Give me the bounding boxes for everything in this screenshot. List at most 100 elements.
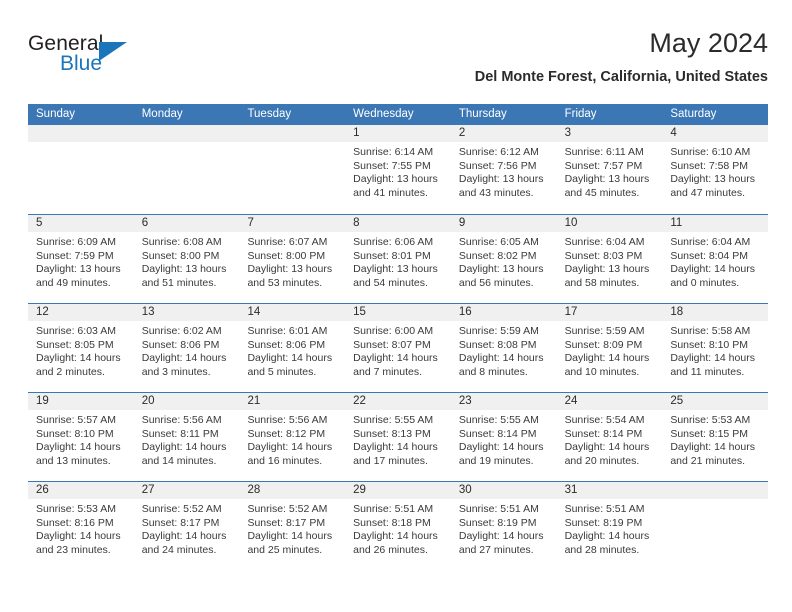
daylight-text: Daylight: 14 hours and 19 minutes. [458, 441, 544, 467]
day-details: Sunrise: 5:56 AM Sunset: 8:11 PM Dayligh… [134, 410, 240, 468]
day-number: 7 [239, 215, 346, 232]
day-cell[interactable]: 18 Sunrise: 5:58 AM Sunset: 8:10 PM Dayl… [662, 304, 769, 392]
day-number [28, 125, 134, 142]
sunset-text: Sunset: 8:04 PM [670, 249, 748, 262]
day-details: Sunrise: 5:54 AM Sunset: 8:14 PM Dayligh… [557, 410, 663, 468]
daylight-text: Daylight: 14 hours and 3 minutes. [141, 352, 227, 378]
daylight-text: Daylight: 14 hours and 23 minutes. [36, 530, 121, 556]
day-cell[interactable]: 30 Sunrise: 5:51 AM Sunset: 8:19 PM Dayl… [450, 482, 557, 570]
sunset-text: Sunset: 8:08 PM [458, 338, 537, 351]
daylight-text: Daylight: 14 hours and 2 minutes. [36, 352, 121, 378]
sunrise-text: Sunrise: 6:08 AM [141, 236, 222, 248]
day-cell[interactable]: 8 Sunrise: 6:06 AM Sunset: 8:01 PM Dayli… [345, 215, 451, 303]
day-number: 31 [556, 482, 663, 499]
day-number [239, 125, 346, 142]
sunset-text: Sunset: 8:18 PM [353, 516, 431, 529]
day-details: Sunrise: 5:59 AM Sunset: 8:08 PM Dayligh… [451, 321, 557, 379]
daylight-text: Daylight: 14 hours and 21 minutes. [670, 441, 755, 467]
daylight-text: Daylight: 14 hours and 8 minutes. [458, 352, 544, 378]
day-cell[interactable]: 22 Sunrise: 5:55 AM Sunset: 8:13 PM Dayl… [345, 393, 451, 481]
weekday-header-tuesday: Tuesday [247, 108, 292, 120]
day-number: 20 [133, 393, 240, 410]
daylight-text: Daylight: 14 hours and 25 minutes. [247, 530, 333, 556]
day-number: 22 [345, 393, 451, 410]
day-cell[interactable]: 19 Sunrise: 5:57 AM Sunset: 8:10 PM Dayl… [28, 393, 134, 481]
day-cell[interactable]: 11 Sunrise: 6:04 AM Sunset: 8:04 PM Dayl… [662, 215, 769, 303]
day-cell[interactable]: 9 Sunrise: 6:05 AM Sunset: 8:02 PM Dayli… [450, 215, 557, 303]
brand-logo[interactable]: General Blue [28, 32, 258, 90]
day-cell[interactable] [662, 482, 769, 570]
sunrise-text: Sunrise: 6:14 AM [353, 146, 434, 158]
sunset-text: Sunset: 8:09 PM [564, 338, 643, 351]
day-cell[interactable]: 6 Sunrise: 6:08 AM Sunset: 8:00 PM Dayli… [133, 215, 240, 303]
day-cell[interactable]: 13 Sunrise: 6:02 AM Sunset: 8:06 PM Dayl… [133, 304, 240, 392]
sunset-text: Sunset: 8:19 PM [458, 516, 537, 529]
day-details: Sunrise: 5:52 AM Sunset: 8:17 PM Dayligh… [239, 499, 345, 557]
day-cell[interactable]: 27 Sunrise: 5:52 AM Sunset: 8:17 PM Dayl… [133, 482, 240, 570]
day-details: Sunrise: 5:56 AM Sunset: 8:12 PM Dayligh… [239, 410, 345, 468]
day-details: Sunrise: 5:55 AM Sunset: 8:13 PM Dayligh… [345, 410, 451, 468]
daylight-text: Daylight: 13 hours and 41 minutes. [353, 173, 438, 199]
daylight-text: Daylight: 14 hours and 11 minutes. [670, 352, 755, 378]
weekday-header-thursday: Thursday [458, 108, 507, 120]
sunset-text: Sunset: 7:56 PM [458, 159, 537, 172]
day-details: Sunrise: 6:04 AM Sunset: 8:04 PM Dayligh… [662, 232, 768, 290]
day-cell[interactable] [133, 125, 240, 214]
daylight-text: Daylight: 13 hours and 53 minutes. [247, 263, 333, 289]
day-cell[interactable]: 24 Sunrise: 5:54 AM Sunset: 8:14 PM Dayl… [556, 393, 663, 481]
day-details: Sunrise: 6:08 AM Sunset: 8:00 PM Dayligh… [134, 232, 240, 290]
week-row: 19 Sunrise: 5:57 AM Sunset: 8:10 PM Dayl… [28, 392, 769, 481]
day-number [133, 125, 240, 142]
sunrise-text: Sunrise: 6:05 AM [458, 236, 539, 248]
sunrise-text: Sunrise: 5:54 AM [564, 414, 645, 426]
day-details: Sunrise: 6:07 AM Sunset: 8:00 PM Dayligh… [239, 232, 345, 290]
day-number [662, 482, 769, 499]
sunrise-text: Sunrise: 6:11 AM [564, 146, 644, 158]
day-cell[interactable]: 23 Sunrise: 5:55 AM Sunset: 8:14 PM Dayl… [450, 393, 557, 481]
sunset-text: Sunset: 8:12 PM [247, 427, 326, 440]
daylight-text: Daylight: 14 hours and 24 minutes. [141, 530, 227, 556]
day-details: Sunrise: 5:51 AM Sunset: 8:18 PM Dayligh… [345, 499, 451, 557]
day-cell[interactable]: 15 Sunrise: 6:00 AM Sunset: 8:07 PM Dayl… [345, 304, 451, 392]
sunset-text: Sunset: 8:17 PM [247, 516, 326, 529]
day-number: 30 [450, 482, 557, 499]
day-cell[interactable]: 20 Sunrise: 5:56 AM Sunset: 8:11 PM Dayl… [133, 393, 240, 481]
sunrise-text: Sunrise: 6:07 AM [247, 236, 328, 248]
day-cell[interactable]: 1 Sunrise: 6:14 AM Sunset: 7:55 PM Dayli… [345, 125, 451, 214]
sunset-text: Sunset: 8:06 PM [141, 338, 220, 351]
day-cell[interactable]: 29 Sunrise: 5:51 AM Sunset: 8:18 PM Dayl… [345, 482, 451, 570]
day-cell[interactable]: 17 Sunrise: 5:59 AM Sunset: 8:09 PM Dayl… [556, 304, 663, 392]
day-cell[interactable]: 16 Sunrise: 5:59 AM Sunset: 8:08 PM Dayl… [450, 304, 557, 392]
day-cell[interactable]: 5 Sunrise: 6:09 AM Sunset: 7:59 PM Dayli… [28, 215, 134, 303]
day-cell[interactable] [28, 125, 134, 214]
day-cell[interactable]: 21 Sunrise: 5:56 AM Sunset: 8:12 PM Dayl… [239, 393, 346, 481]
day-cell[interactable] [239, 125, 346, 214]
day-cell[interactable]: 10 Sunrise: 6:04 AM Sunset: 8:03 PM Dayl… [556, 215, 663, 303]
day-cell[interactable]: 26 Sunrise: 5:53 AM Sunset: 8:16 PM Dayl… [28, 482, 134, 570]
day-cell[interactable]: 14 Sunrise: 6:01 AM Sunset: 8:06 PM Dayl… [239, 304, 346, 392]
sunset-text: Sunset: 8:17 PM [141, 516, 220, 529]
day-cell[interactable]: 2 Sunrise: 6:12 AM Sunset: 7:56 PM Dayli… [450, 125, 557, 214]
daylight-text: Daylight: 13 hours and 56 minutes. [458, 263, 544, 289]
day-details: Sunrise: 6:04 AM Sunset: 8:03 PM Dayligh… [557, 232, 663, 290]
day-number: 18 [662, 304, 769, 321]
day-cell[interactable]: 4 Sunrise: 6:10 AM Sunset: 7:58 PM Dayli… [662, 125, 769, 214]
daylight-text: Daylight: 14 hours and 7 minutes. [353, 352, 438, 378]
daylight-text: Daylight: 13 hours and 45 minutes. [564, 173, 650, 199]
day-number: 12 [28, 304, 134, 321]
day-cell[interactable]: 25 Sunrise: 5:53 AM Sunset: 8:15 PM Dayl… [662, 393, 769, 481]
calendar-page: General Blue May 2024 Del Monte Forest, … [0, 0, 792, 612]
sunset-text: Sunset: 8:07 PM [353, 338, 431, 351]
day-cell[interactable]: 12 Sunrise: 6:03 AM Sunset: 8:05 PM Dayl… [28, 304, 134, 392]
sunset-text: Sunset: 8:01 PM [353, 249, 431, 262]
day-details: Sunrise: 6:05 AM Sunset: 8:02 PM Dayligh… [451, 232, 557, 290]
daylight-text: Daylight: 13 hours and 58 minutes. [564, 263, 650, 289]
day-cell[interactable]: 3 Sunrise: 6:11 AM Sunset: 7:57 PM Dayli… [556, 125, 663, 214]
sunrise-text: Sunrise: 5:55 AM [353, 414, 434, 426]
day-cell[interactable]: 7 Sunrise: 6:07 AM Sunset: 8:00 PM Dayli… [239, 215, 346, 303]
sunrise-text: Sunrise: 6:12 AM [458, 146, 539, 158]
sunrise-text: Sunrise: 6:01 AM [247, 325, 328, 337]
day-cell[interactable]: 31 Sunrise: 5:51 AM Sunset: 8:19 PM Dayl… [556, 482, 663, 570]
daylight-text: Daylight: 14 hours and 16 minutes. [247, 441, 333, 467]
day-cell[interactable]: 28 Sunrise: 5:52 AM Sunset: 8:17 PM Dayl… [239, 482, 346, 570]
